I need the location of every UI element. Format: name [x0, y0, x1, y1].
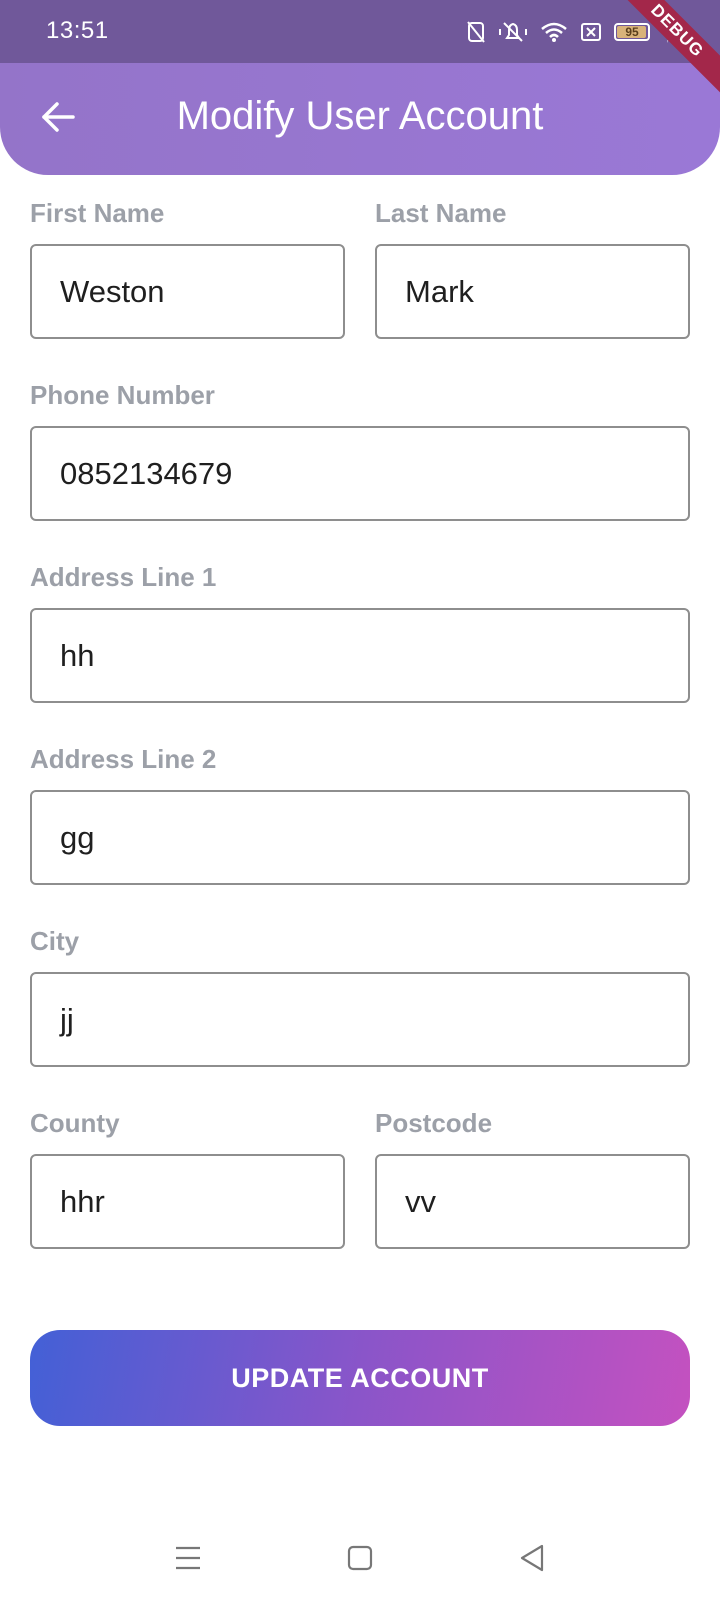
back-nav-button[interactable] — [512, 1540, 552, 1580]
last-name-label: Last Name — [375, 198, 507, 228]
mute-icon — [498, 20, 528, 44]
app-bar: Modify User Account — [0, 63, 720, 175]
address2-label: Address Line 2 — [30, 744, 217, 774]
address2-value: gg — [60, 819, 95, 855]
first-name-label: First Name — [30, 198, 165, 228]
address1-value: hh — [60, 637, 95, 673]
update-account-button[interactable]: UPDATE ACCOUNT — [30, 1330, 690, 1426]
county-label: County — [30, 1108, 120, 1138]
address1-field[interactable]: hh — [30, 608, 690, 703]
phone-field[interactable]: 0852134679 — [30, 426, 690, 521]
first-name-value: Weston — [60, 273, 165, 309]
postcode-label: Postcode — [375, 1108, 493, 1138]
county-value: hhr — [60, 1183, 105, 1219]
phone-value: 0852134679 — [60, 455, 233, 491]
page-title: Modify User Account — [176, 94, 544, 138]
address1-label: Address Line 1 — [30, 562, 217, 592]
first-name-field[interactable]: Weston — [30, 244, 345, 339]
home-icon — [347, 1545, 373, 1576]
city-value: jj — [60, 1001, 74, 1037]
county-field[interactable]: hhr — [30, 1154, 345, 1249]
status-time: 13:51 — [46, 17, 109, 44]
menu-nav-button[interactable] — [168, 1540, 208, 1580]
sim-icon — [580, 21, 602, 43]
battery-icon: 95 — [614, 23, 650, 41]
postcode-value: vv — [405, 1183, 436, 1219]
menu-icon — [174, 1545, 202, 1576]
wifi-icon — [540, 21, 568, 43]
city-field[interactable]: jj — [30, 972, 690, 1067]
status-icons: 95 — [466, 18, 676, 46]
address2-field[interactable]: gg — [30, 790, 690, 885]
postcode-field[interactable]: vv — [375, 1154, 690, 1249]
city-label: City — [30, 926, 80, 956]
back-icon — [519, 1544, 545, 1577]
nfc-icon — [466, 21, 486, 43]
system-nav-bar — [0, 1520, 720, 1592]
home-nav-button[interactable] — [340, 1540, 380, 1580]
last-name-field[interactable]: Mark — [375, 244, 690, 339]
status-bar: 13:51 95 — [0, 0, 720, 63]
last-name-value: Mark — [405, 273, 474, 309]
phone-label: Phone Number — [30, 380, 215, 410]
